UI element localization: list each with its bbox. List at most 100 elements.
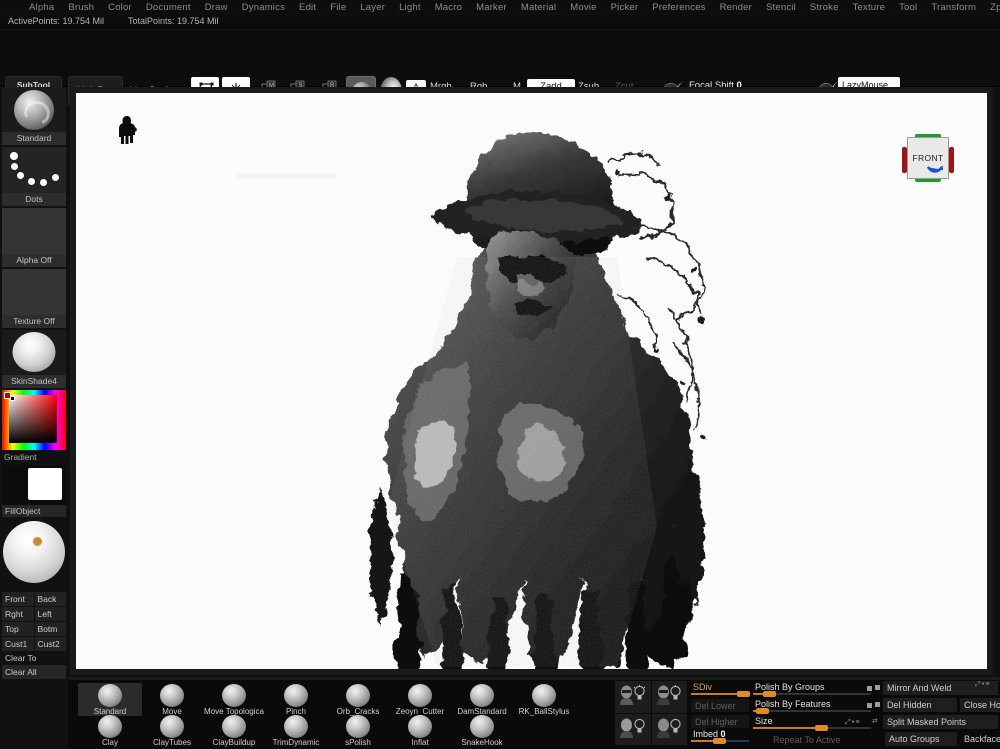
subtool-slot-4[interactable] <box>652 714 688 746</box>
menu-item-dynamics[interactable]: Dynamics <box>235 2 292 13</box>
brush-thumbnail-icon <box>160 715 184 738</box>
brush-thumbnail-icon <box>408 715 432 738</box>
cube-front-face[interactable]: FRONT <box>907 137 949 179</box>
polish-by-groups-slider[interactable]: Polish By Groups <box>753 683 871 696</box>
brush-thumbnail-icon <box>222 684 246 707</box>
view-button-botm[interactable]: Botm <box>35 622 67 636</box>
brush-thumbnail-icon <box>98 684 122 707</box>
view-button-left[interactable]: Left <box>35 607 67 621</box>
menu-item-alpha[interactable]: Alpha <box>22 2 61 13</box>
color-picker[interactable] <box>2 390 66 450</box>
stroke-dot <box>11 163 18 170</box>
backface-mask-button[interactable]: BackfaceMask <box>960 732 1000 746</box>
menu-item-transform[interactable]: Transform <box>924 2 983 13</box>
brush-thumbnail-icon <box>98 715 122 738</box>
menu-item-macro[interactable]: Macro <box>428 2 469 13</box>
subtool-slot-1[interactable] <box>615 681 651 713</box>
size-options-icon[interactable]: ⤢▾≡ <box>845 719 861 727</box>
light-handle[interactable] <box>33 537 42 546</box>
view-button-front[interactable]: Front <box>2 592 34 606</box>
mirror-weld-indicator[interactable] <box>875 685 880 690</box>
brush-shelf: StandardMoveMove TopologicaPinchOrb_Crac… <box>68 677 613 749</box>
del-hidden-indicator[interactable] <box>875 702 880 707</box>
split-masked-points-button[interactable]: Split Masked Points <box>883 715 998 729</box>
menu-item-brush[interactable]: Brush <box>61 2 101 13</box>
view-button-back[interactable]: Back <box>35 592 67 606</box>
subtool-visibility-grid <box>615 681 687 745</box>
brush-snakehook[interactable]: SnakeHook <box>450 714 514 747</box>
current-material-tile[interactable]: SkinShade4 <box>2 330 66 388</box>
document-canvas[interactable]: FRONT <box>76 93 987 669</box>
material-thumbnail-icon <box>13 332 56 372</box>
menu-item-stroke[interactable]: Stroke <box>803 2 846 13</box>
del-hidden-button[interactable]: Del Hidden <box>883 698 957 712</box>
brush-thumbnail-icon <box>284 684 308 707</box>
menu-item-draw[interactable]: Draw <box>198 2 235 13</box>
total-points-label: TotalPoints: 19.754 Mil <box>128 16 219 26</box>
menu-item-document[interactable]: Document <box>139 2 198 13</box>
clear-to-button[interactable]: Clear To <box>2 653 66 663</box>
current-brush-tile[interactable]: Standard <box>2 87 66 145</box>
color-marker-secondary <box>10 396 15 401</box>
stroke-dot <box>10 152 18 160</box>
view-button-top[interactable]: Top <box>2 622 34 636</box>
menu-item-marker[interactable]: Marker <box>469 2 514 13</box>
menu-item-light[interactable]: Light <box>392 2 428 13</box>
secondary-color-swatch[interactable] <box>28 468 62 500</box>
menu-item-zplugin[interactable]: Zplugin <box>983 2 1000 13</box>
bulb-icon[interactable] <box>633 685 646 701</box>
menu-item-stencil[interactable]: Stencil <box>759 2 803 13</box>
view-button-cust2[interactable]: Cust2 <box>35 637 67 651</box>
menu-item-preferences[interactable]: Preferences <box>645 2 712 13</box>
bulb-icon[interactable] <box>633 718 646 734</box>
view-button-cust1[interactable]: Cust1 <box>2 637 34 651</box>
polish-by-features-slider[interactable]: Polish By Features <box>753 700 871 713</box>
material-sphere-preview[interactable] <box>2 519 66 591</box>
brush-thumbnail-icon <box>346 715 370 738</box>
saturation-value-square[interactable] <box>9 395 57 443</box>
menu-item-tool[interactable]: Tool <box>892 2 924 13</box>
navigation-cube[interactable]: FRONT <box>901 133 955 183</box>
current-material-label: SkinShade4 <box>2 375 66 388</box>
menu-item-picker[interactable]: Picker <box>604 2 646 13</box>
mirror-axis-icon[interactable]: ⤢▾≡ <box>975 681 991 689</box>
close-holes-button[interactable]: Close Holes <box>960 698 1000 712</box>
auto-groups-button[interactable]: Auto Groups <box>885 732 957 746</box>
sdiv-slider[interactable]: SDiv <box>691 683 749 696</box>
menu-item-color[interactable]: Color <box>101 2 139 13</box>
panel-divider <box>613 677 1000 680</box>
menu-item-render[interactable]: Render <box>713 2 759 13</box>
subtool-slot-3[interactable] <box>615 714 651 746</box>
rotate-arrow-icon[interactable] <box>926 165 944 175</box>
brush-rk-ballstylus[interactable]: RK_BallStylus <box>512 683 576 716</box>
del-higher-button[interactable]: Del Higher <box>691 715 749 728</box>
bulb-icon[interactable] <box>669 685 682 701</box>
del-lower-button[interactable]: Del Lower <box>691 699 749 712</box>
polish-groups-indicator[interactable] <box>867 686 872 691</box>
menu-item-edit[interactable]: Edit <box>292 2 323 13</box>
slider-knob[interactable] <box>737 691 750 697</box>
view-button-rght[interactable]: Rght <box>2 607 34 621</box>
polish-features-indicator[interactable] <box>867 703 872 708</box>
current-alpha-tile[interactable]: Alpha Off <box>2 208 66 267</box>
menu-item-texture[interactable]: Texture <box>846 2 893 13</box>
cube-edge-right[interactable] <box>949 147 954 173</box>
brush-thumbnail-icon <box>160 684 184 707</box>
slider-knob[interactable] <box>815 725 828 731</box>
fill-object-swatches[interactable] <box>2 465 66 505</box>
clear-all-button[interactable]: Clear All <box>2 665 66 679</box>
menu-item-layer[interactable]: Layer <box>353 2 392 13</box>
imbed-slider[interactable]: Imbed 0 <box>691 730 749 743</box>
stroke-dot <box>52 174 59 181</box>
current-stroke-tile[interactable]: Dots <box>2 147 66 206</box>
stroke-dot <box>40 179 47 186</box>
repeat-to-active-button[interactable]: Repeat To Active <box>769 733 871 746</box>
imbed-label: Imbed <box>693 729 718 739</box>
current-texture-tile[interactable]: Texture Off <box>2 269 66 328</box>
bulb-icon[interactable] <box>669 718 682 734</box>
menu-item-file[interactable]: File <box>323 2 353 13</box>
left-palette: Standard Dots Alpha Off Texture Off Skin… <box>0 87 68 677</box>
subtool-slot-2[interactable] <box>652 681 688 713</box>
menu-item-material[interactable]: Material <box>514 2 563 13</box>
menu-item-movie[interactable]: Movie <box>563 2 603 13</box>
